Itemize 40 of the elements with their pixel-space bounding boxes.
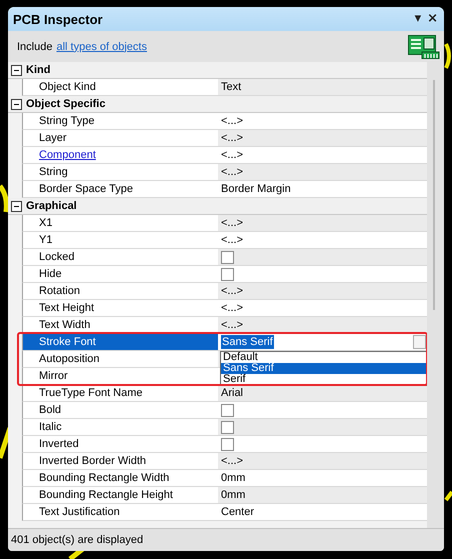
title-bar-button[interactable]: ▾ [412,11,424,27]
filter-label: Include [17,40,52,52]
collapse-icon[interactable] [11,200,22,212]
property-value: <...> [221,319,244,331]
section-title: Graphical [26,200,77,212]
property-value: Arial [221,387,244,399]
status-bar: 401 object(s) are displayed [8,528,444,551]
property-value: Text [221,81,242,93]
filter-link[interactable]: all types of objects [56,40,147,52]
property-value: Center [221,506,254,518]
dropdown-option[interactable]: Sans Serif [221,363,426,374]
property-value: 0mm [221,472,246,484]
circuit-board-icon[interactable] [408,34,440,58]
property-value: Border Margin [221,183,291,195]
scrollbar-thumb[interactable] [433,80,435,310]
section-title: Object Specific [26,98,106,110]
property-value: <...> [221,285,244,297]
property-value: <...> [221,234,244,246]
checkbox[interactable] [221,438,234,450]
property-value: <...> [221,132,244,144]
section-title: Kind [26,64,50,76]
property-name: Stroke Font [23,334,218,350]
title-bar-button[interactable]: × [425,11,440,27]
checkbox[interactable] [221,250,234,264]
dropdown-field[interactable]: Sans Serif [221,334,426,350]
checkbox[interactable] [221,268,234,280]
collapse-icon[interactable] [11,98,22,110]
dropdown-option[interactable]: Default [221,352,426,363]
property-value: <...> [221,149,244,161]
checkbox[interactable] [221,420,234,434]
property-value: <...> [221,455,244,467]
property-value: 0mm [221,489,246,501]
window-title: PCB Inspector [13,12,103,26]
property-value: <...> [221,115,244,127]
checkbox[interactable] [221,404,234,416]
dropdown-option[interactable]: Serif [221,374,426,385]
property-value: <...> [221,166,244,178]
collapse-icon[interactable] [11,64,22,76]
property-value: <...> [221,302,244,314]
property-value: <...> [221,217,244,229]
